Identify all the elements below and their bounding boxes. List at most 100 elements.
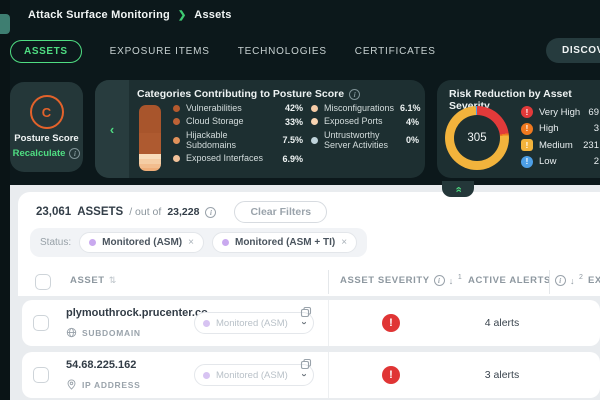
very-high-severity-icon <box>382 314 400 332</box>
filter-chip-monitored-asm[interactable]: Monitored (ASM) × <box>79 232 204 253</box>
posture-grade: C <box>42 105 51 120</box>
low-severity-icon <box>521 156 533 168</box>
clear-filters-button[interactable]: Clear Filters <box>234 201 327 223</box>
risk-reduction-panel: Risk Reduction by Asset Severity i 305 V… <box>437 80 600 178</box>
status-dot <box>89 239 96 246</box>
content-background: 23,061 ASSETS / out of 23,228 i Clear Fi… <box>10 185 600 400</box>
posture-score-card: C Posture Score Recalculate i <box>10 82 83 172</box>
sort-desc-icon[interactable]: ↓ <box>570 276 575 286</box>
legend-item: Medium 231 <box>521 139 599 151</box>
collapse-panel-handle[interactable]: ‹ <box>95 80 129 178</box>
legend-item: Very High 69 <box>521 106 599 118</box>
very-high-severity-icon <box>382 366 400 384</box>
breadcrumb-current: Assets <box>194 9 231 21</box>
sort-desc-icon[interactable]: ↓ <box>449 276 454 286</box>
column-header-severity[interactable]: ASSET SEVERITY i ↓ 1 <box>340 275 462 286</box>
column-header-alerts[interactable]: ACTIVE ALERTS i ↓ 2 <box>468 275 584 286</box>
status-filter-label: Status: <box>40 237 71 248</box>
legend-item: Exposed Interfaces 6.9% <box>173 153 303 163</box>
table-body: plymouthrock.prucenter.co SUBDOMAIN Moni… <box>18 296 600 400</box>
breadcrumb-parent[interactable]: Attack Surface Monitoring <box>28 9 170 21</box>
status-dropdown[interactable]: Monitored (ASM) › <box>194 364 314 386</box>
breadcrumb: Attack Surface Monitoring ❯ Assets <box>28 9 232 21</box>
risk-legend: Very High 69 High 3 Medium 231 Low 2 <box>521 106 599 168</box>
legend-dot <box>173 155 180 162</box>
collapsed-sidebar-rail <box>0 0 10 400</box>
chevron-left-icon: ‹ <box>110 122 114 137</box>
chevron-down-icon: › <box>298 373 308 376</box>
legend-item: Exposed Ports 4% <box>311 116 419 126</box>
tab-exposure-items[interactable]: EXPOSURE ITEMS <box>110 46 210 57</box>
tab-technologies[interactable]: TECHNOLOGIES <box>238 46 327 57</box>
column-header-asset[interactable]: ASSET ⇅ <box>70 275 117 286</box>
table-row[interactable]: plymouthrock.prucenter.co SUBDOMAIN Moni… <box>22 300 600 346</box>
asset-name[interactable]: plymouthrock.prucenter.co <box>66 307 208 319</box>
tab-certificates[interactable]: CERTIFICATES <box>355 46 436 57</box>
copy-icon[interactable] <box>300 358 312 370</box>
legend-item: High 3 <box>521 123 599 135</box>
risk-total: 305 <box>467 132 486 144</box>
legend-item: Untrustworthy Server Activities 0% <box>311 130 419 151</box>
categories-legend-left: Vulnerabilities 42% Cloud Storage 33% Hi… <box>173 103 303 164</box>
globe-icon <box>66 327 77 338</box>
table-header: ASSET ⇅ ASSET SEVERITY i ↓ 1 ACTIVE ALER… <box>18 268 600 296</box>
recalculate-link[interactable]: Recalculate <box>13 148 66 159</box>
legend-dot <box>311 105 318 112</box>
column-header-truncated: EX <box>588 275 600 286</box>
table-row[interactable]: 54.68.225.162 IP ADDRESS Monitored (ASM)… <box>22 352 600 398</box>
close-icon[interactable]: × <box>341 238 347 248</box>
status-dot <box>203 320 210 327</box>
discovery-button[interactable]: DISCOVERY <box>546 38 600 63</box>
sidebar-expand-tab[interactable] <box>0 14 10 34</box>
copy-icon[interactable] <box>300 306 312 318</box>
sort-icon[interactable]: ⇅ <box>109 275 117 286</box>
nav-tabbar: ASSETS EXPOSURE ITEMS TECHNOLOGIES CERTI… <box>10 38 436 64</box>
active-alerts-link[interactable]: 4 alerts <box>427 317 577 329</box>
assets-count: 23,061 <box>36 206 71 218</box>
legend-dot <box>173 118 180 125</box>
legend-dot <box>173 105 180 112</box>
high-severity-icon <box>521 123 533 135</box>
status-dot <box>222 239 229 246</box>
legend-dot <box>173 137 180 144</box>
active-alerts-link[interactable]: 3 alerts <box>427 369 577 381</box>
assets-table-card: 23,061 ASSETS / out of 23,228 i Clear Fi… <box>18 192 600 400</box>
legend-item: Low 2 <box>521 156 599 168</box>
legend-item: Misconfigurations 6.1% <box>311 103 419 113</box>
asset-type-label: SUBDOMAIN <box>82 328 141 338</box>
legend-dot <box>311 137 318 144</box>
categories-panel-title: Categories Contributing to Posture Score <box>137 88 344 100</box>
categories-panel: ‹ Categories Contributing to Posture Sco… <box>95 80 425 178</box>
info-icon[interactable]: i <box>434 275 445 286</box>
filter-chip-monitored-asm-ti[interactable]: Monitored (ASM + TI) × <box>212 232 357 253</box>
posture-score-title: Posture Score <box>14 133 78 144</box>
assets-count-label: ASSETS <box>77 206 123 218</box>
chevron-down-icon: › <box>298 321 308 324</box>
chevron-right-icon: ❯ <box>178 10 186 21</box>
legend-item: Hijackable Subdomains 7.5% <box>173 130 303 151</box>
legend-dot <box>311 118 318 125</box>
asset-name[interactable]: 54.68.225.162 <box>66 359 136 371</box>
tab-assets[interactable]: ASSETS <box>10 40 82 63</box>
location-pin-icon <box>66 379 77 390</box>
posture-grade-ring: C <box>30 95 64 129</box>
row-checkbox[interactable] <box>33 315 49 331</box>
legend-item: Vulnerabilities 42% <box>173 103 303 113</box>
row-checkbox[interactable] <box>33 367 49 383</box>
info-icon[interactable]: i <box>349 89 360 100</box>
select-all-checkbox[interactable] <box>35 274 51 290</box>
info-icon[interactable]: i <box>69 148 80 159</box>
very-high-severity-icon <box>521 106 533 118</box>
close-icon[interactable]: × <box>188 238 194 248</box>
info-icon[interactable]: i <box>555 275 566 286</box>
status-dropdown[interactable]: Monitored (ASM) › <box>194 312 314 334</box>
assets-total: 23,228 <box>167 206 199 218</box>
status-dot <box>203 372 210 379</box>
double-chevron-up-icon: « <box>453 186 464 192</box>
info-icon[interactable]: i <box>205 207 216 218</box>
collapse-hero-button[interactable]: « <box>442 181 474 197</box>
medium-severity-icon <box>521 139 533 151</box>
status-filter-bar: Status: Monitored (ASM) × Monitored (ASM… <box>30 228 367 257</box>
posture-stacked-bar <box>139 105 161 171</box>
legend-item: Cloud Storage 33% <box>173 116 303 126</box>
